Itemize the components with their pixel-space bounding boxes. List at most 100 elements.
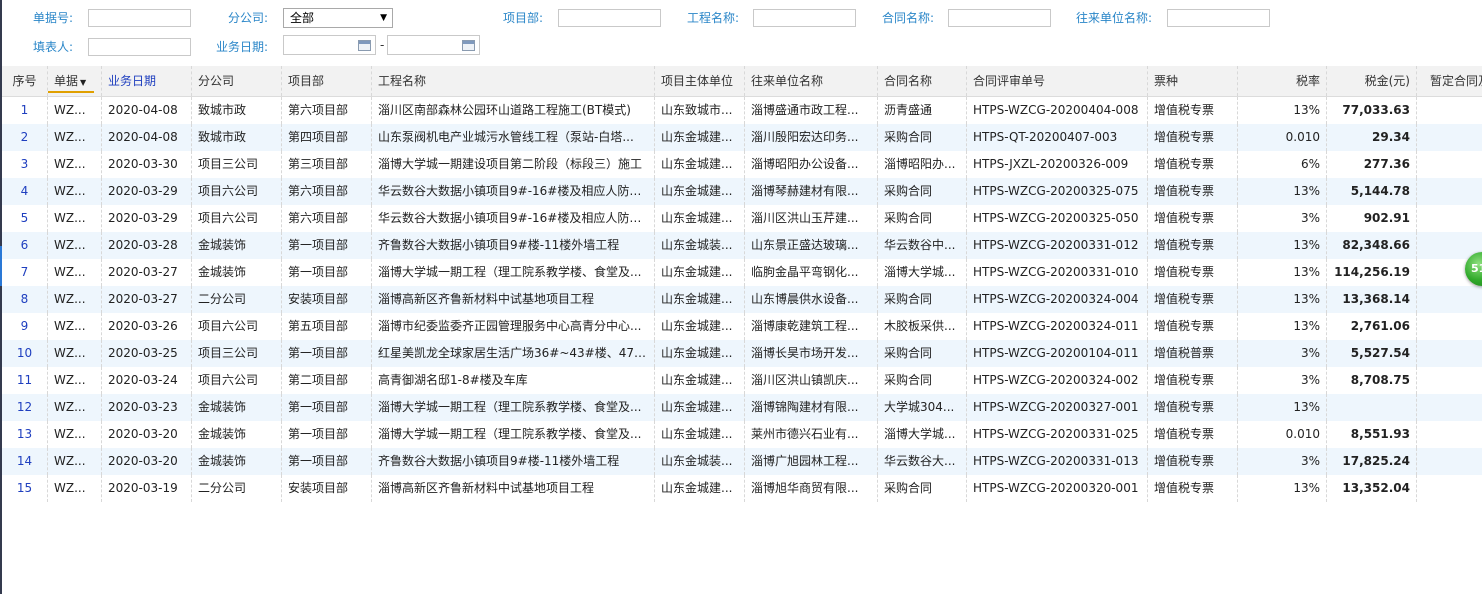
cell-contract-name: 木胶板采供... [878, 313, 967, 340]
cell-project-dept: 第六项目部 [282, 178, 372, 205]
table-row[interactable]: 10 WZ... 2020-03-25 项目三公司 第一项目部 红星美凯龙全球家居生活广场… [2, 340, 1482, 367]
table-row[interactable]: 14 WZ... 2020-03-20 金城装饰 第一项目部 齐鲁数谷大数据小镇项目9#楼… [2, 448, 1482, 475]
cell-project-owner: 山东金城建... [655, 475, 745, 502]
cell-tax-amount: 2,761.06 [1327, 313, 1417, 340]
doc-no-input[interactable] [88, 9, 191, 27]
cell-doc-no: WZ... [48, 232, 102, 259]
header-sort-indicator [48, 91, 94, 93]
cell-project-dept: 安装项目部 [282, 286, 372, 313]
header-project-dept[interactable]: 项目部 [282, 66, 372, 96]
table-row[interactable]: 6 WZ... 2020-03-28 金城装饰 第一项目部 齐鲁数谷大数据小镇项目9#楼-… [2, 232, 1482, 259]
cell-provisional-contract [1417, 97, 1482, 124]
cell-contract-name: 华云数谷中... [878, 232, 967, 259]
cell-project-owner: 山东金城装... [655, 232, 745, 259]
cell-company: 致城市政 [192, 97, 282, 124]
table-row[interactable]: 12 WZ... 2020-03-23 金城装饰 第一项目部 淄博大学城一期工程（理工院系… [2, 394, 1482, 421]
biz-date-end-input[interactable] [387, 35, 480, 55]
header-contract-review-no[interactable]: 合同评审单号 [967, 66, 1148, 96]
partner-input[interactable] [1167, 9, 1270, 27]
cell-partner-name: 淄川区洪山玉芹建... [745, 205, 878, 232]
cell-project-dept: 第三项目部 [282, 151, 372, 178]
company-select[interactable]: 全部 ▼ [283, 8, 393, 28]
header-seq[interactable]: 序号 [2, 66, 48, 96]
cell-invoice-type: 增值税专票 [1148, 178, 1238, 205]
cell-contract-name: 采购合同 [878, 475, 967, 502]
sort-desc-icon[interactable]: ▼ [80, 78, 86, 87]
cell-seq: 5 [2, 205, 48, 232]
cell-seq: 6 [2, 232, 48, 259]
header-partner-name[interactable]: 往来单位名称 [745, 66, 878, 96]
cell-tax-amount: 13,352.04 [1327, 475, 1417, 502]
table-row[interactable]: 11 WZ... 2020-03-24 项目六公司 第二项目部 高青御湖名邸1-8#楼及车… [2, 367, 1482, 394]
biz-date-start-input[interactable] [283, 35, 376, 55]
header-invoice-type[interactable]: 票种 [1148, 66, 1238, 96]
cell-invoice-type: 增值税专票 [1148, 205, 1238, 232]
cell-company: 致城市政 [192, 124, 282, 151]
cell-biz-date: 2020-03-26 [102, 313, 192, 340]
cell-company: 项目六公司 [192, 313, 282, 340]
project-dept-label: 项目部: [503, 11, 544, 25]
header-tax-rate[interactable]: 税率 [1238, 66, 1327, 96]
project-dept-input[interactable] [558, 9, 661, 27]
cell-seq: 3 [2, 151, 48, 178]
header-project-owner[interactable]: 项目主体单位 [655, 66, 745, 96]
table-row[interactable]: 8 WZ... 2020-03-27 二分公司 安装项目部 淄博高新区齐鲁新材料中试基地项… [2, 286, 1482, 313]
cell-tax-amount: 902.91 [1327, 205, 1417, 232]
calendar-icon[interactable] [358, 40, 371, 51]
cell-provisional-contract [1417, 475, 1482, 502]
cell-project-dept: 第六项目部 [282, 97, 372, 124]
cell-doc-no: WZ... [48, 367, 102, 394]
cell-partner-name: 山东博晨供水设备... [745, 286, 878, 313]
cell-tax-rate: 13% [1238, 286, 1327, 313]
filler-input[interactable] [88, 38, 191, 56]
cell-contract-review-no: HTPS-WZCG-20200104-011 [967, 340, 1148, 367]
table-row[interactable]: 15 WZ... 2020-03-19 二分公司 安装项目部 淄博高新区齐鲁新材料中试基地… [2, 475, 1482, 502]
table-row[interactable]: 4 WZ... 2020-03-29 项目六公司 第六项目部 华云数谷大数据小镇项目9#-… [2, 178, 1482, 205]
cell-tax-amount: 5,144.78 [1327, 178, 1417, 205]
table-row[interactable]: 2 WZ... 2020-04-08 致城市政 第四项目部 山东泵阀机电产业城污水管线工程… [2, 124, 1482, 151]
table-row[interactable]: 1 WZ... 2020-04-08 致城市政 第六项目部 淄川区南部森林公园环山道路工程… [2, 97, 1482, 124]
cell-project-name: 淄川区南部森林公园环山道路工程施工(BT模式) [372, 97, 655, 124]
cell-project-owner: 山东致城市... [655, 97, 745, 124]
cell-invoice-type: 增值税专票 [1148, 313, 1238, 340]
table-row[interactable]: 13 WZ... 2020-03-20 金城装饰 第一项目部 淄博大学城一期工程（理工院系… [2, 421, 1482, 448]
grid-header: 序号 单据 ▼ 业务日期 分公司 项目部 工程名称 项目主体单位 往来单位名称 合同名称 合同评审单… [2, 66, 1482, 97]
table-row[interactable]: 5 WZ... 2020-03-29 项目六公司 第六项目部 华云数谷大数据小镇项目9#-… [2, 205, 1482, 232]
cell-provisional-contract [1417, 313, 1482, 340]
header-contract-name[interactable]: 合同名称 [878, 66, 967, 96]
cell-company: 金城装饰 [192, 394, 282, 421]
cell-company: 金城装饰 [192, 232, 282, 259]
header-company[interactable]: 分公司 [192, 66, 282, 96]
cell-project-dept: 第二项目部 [282, 367, 372, 394]
cell-biz-date: 2020-03-23 [102, 394, 192, 421]
cell-partner-name: 临朐金晶平弯钢化... [745, 259, 878, 286]
cell-project-owner: 山东金城建... [655, 151, 745, 178]
table-row[interactable]: 7 WZ... 2020-03-27 金城装饰 第一项目部 淄博大学城一期工程（理工院系教… [2, 259, 1482, 286]
cell-project-name: 淄博大学城一期建设项目第二阶段（标段三）施工 [372, 151, 655, 178]
cell-biz-date: 2020-03-25 [102, 340, 192, 367]
cell-tax-amount: 82,348.66 [1327, 232, 1417, 259]
contract-name-input[interactable] [948, 9, 1051, 27]
cell-doc-no: WZ... [48, 205, 102, 232]
header-tax-amount[interactable]: 税金(元) [1327, 66, 1417, 96]
table-row[interactable]: 3 WZ... 2020-03-30 项目三公司 第三项目部 淄博大学城一期建设项目第二阶… [2, 151, 1482, 178]
cell-project-name: 齐鲁数谷大数据小镇项目9#楼-11楼外墙工程 [372, 448, 655, 475]
calendar-icon[interactable] [462, 40, 475, 51]
cell-seq: 9 [2, 313, 48, 340]
header-biz-date[interactable]: 业务日期 [102, 66, 192, 96]
project-name-input[interactable] [753, 9, 856, 27]
cell-invoice-type: 增值税专票 [1148, 475, 1238, 502]
header-provisional-contract[interactable]: 暂定合同及 [1417, 66, 1482, 96]
cell-contract-review-no: HTPS-WZCG-20200331-013 [967, 448, 1148, 475]
cell-tax-rate: 6% [1238, 151, 1327, 178]
cell-contract-review-no: HTPS-QT-20200407-003 [967, 124, 1148, 151]
cell-project-dept: 第一项目部 [282, 232, 372, 259]
cell-project-dept: 第一项目部 [282, 448, 372, 475]
table-row[interactable]: 9 WZ... 2020-03-26 项目六公司 第五项目部 淄博市纪委监委齐正园管理服务… [2, 313, 1482, 340]
cell-provisional-contract [1417, 151, 1482, 178]
cell-project-name: 华云数谷大数据小镇项目9#-16#楼及相应人防车... [372, 178, 655, 205]
cell-project-owner: 山东金城建... [655, 286, 745, 313]
cell-doc-no: WZ... [48, 259, 102, 286]
header-project-name[interactable]: 工程名称 [372, 66, 655, 96]
cell-doc-no: WZ... [48, 340, 102, 367]
